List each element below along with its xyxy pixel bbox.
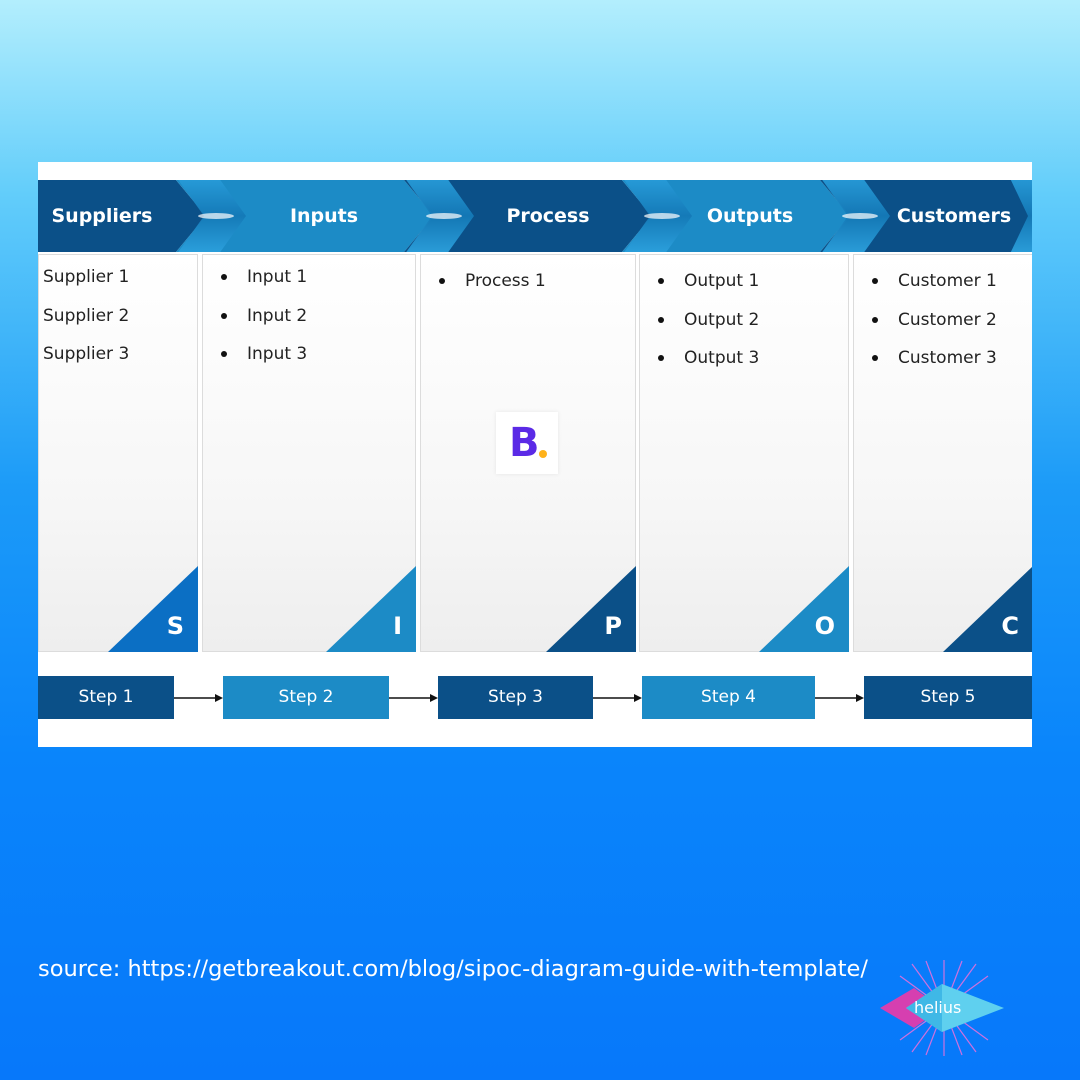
arrow-right-icon <box>593 694 642 702</box>
header-outputs: Outputs <box>706 205 794 227</box>
corner-letter: S <box>166 612 184 640</box>
arrow-right-icon <box>389 694 438 702</box>
list-item: Customer 3 <box>854 346 1032 385</box>
helius-logo-text: helius <box>914 998 962 1017</box>
step-5: Step 5 <box>864 676 1032 719</box>
header-suppliers: Suppliers <box>51 205 153 227</box>
header-inputs: Inputs <box>289 205 359 227</box>
list-item: Input 2 <box>203 304 415 343</box>
corner-badge-p: P <box>546 566 636 652</box>
corner-letter: I <box>393 612 402 640</box>
corner-badge-i: I <box>326 566 416 652</box>
step-1: Step 1 <box>38 676 174 719</box>
arrow-right-icon <box>174 694 223 702</box>
logo-letter: B <box>509 420 540 466</box>
list-item: Output 2 <box>640 308 848 347</box>
header-customers: Customers <box>896 205 1012 227</box>
source-link[interactable]: source: https://getbreakout.com/blog/sip… <box>38 956 868 982</box>
column-customers: Customer 1 Customer 2 Customer 3 C <box>853 254 1032 652</box>
step-3: Step 3 <box>438 676 593 719</box>
list-item: Customer 1 <box>854 269 1032 308</box>
column-inputs: Input 1 Input 2 Input 3 I <box>202 254 416 652</box>
list-item: Supplier 1 <box>43 267 130 287</box>
step-4: Step 4 <box>642 676 815 719</box>
corner-badge-c: C <box>943 566 1032 652</box>
list-item: Process 1 <box>421 269 635 308</box>
corner-letter: P <box>604 612 622 640</box>
list-item: Customer 2 <box>854 308 1032 347</box>
list-item: Input 1 <box>203 265 415 304</box>
corner-letter: C <box>1001 612 1019 640</box>
sipoc-diagram: Suppliers Inputs Process Outputs Custome… <box>38 162 1032 747</box>
arrow-right-icon <box>815 694 864 702</box>
list-item: Output 3 <box>640 346 848 385</box>
step-2: Step 2 <box>223 676 389 719</box>
logo-dot <box>539 450 547 458</box>
list-item: Input 3 <box>203 342 415 381</box>
corner-badge-o: O <box>759 566 849 652</box>
breakout-logo-icon: B <box>496 412 558 474</box>
list-item: Supplier 2 <box>43 305 130 326</box>
column-outputs: Output 1 Output 2 Output 3 O <box>639 254 849 652</box>
header-process: Process <box>506 205 590 227</box>
list-item: Supplier 3 <box>43 344 130 364</box>
list-item: Output 1 <box>640 269 848 308</box>
corner-letter: O <box>814 612 835 640</box>
corner-badge-s: S <box>108 566 198 652</box>
column-suppliers: Supplier 1 Supplier 2 Supplier 3 S <box>38 254 198 652</box>
